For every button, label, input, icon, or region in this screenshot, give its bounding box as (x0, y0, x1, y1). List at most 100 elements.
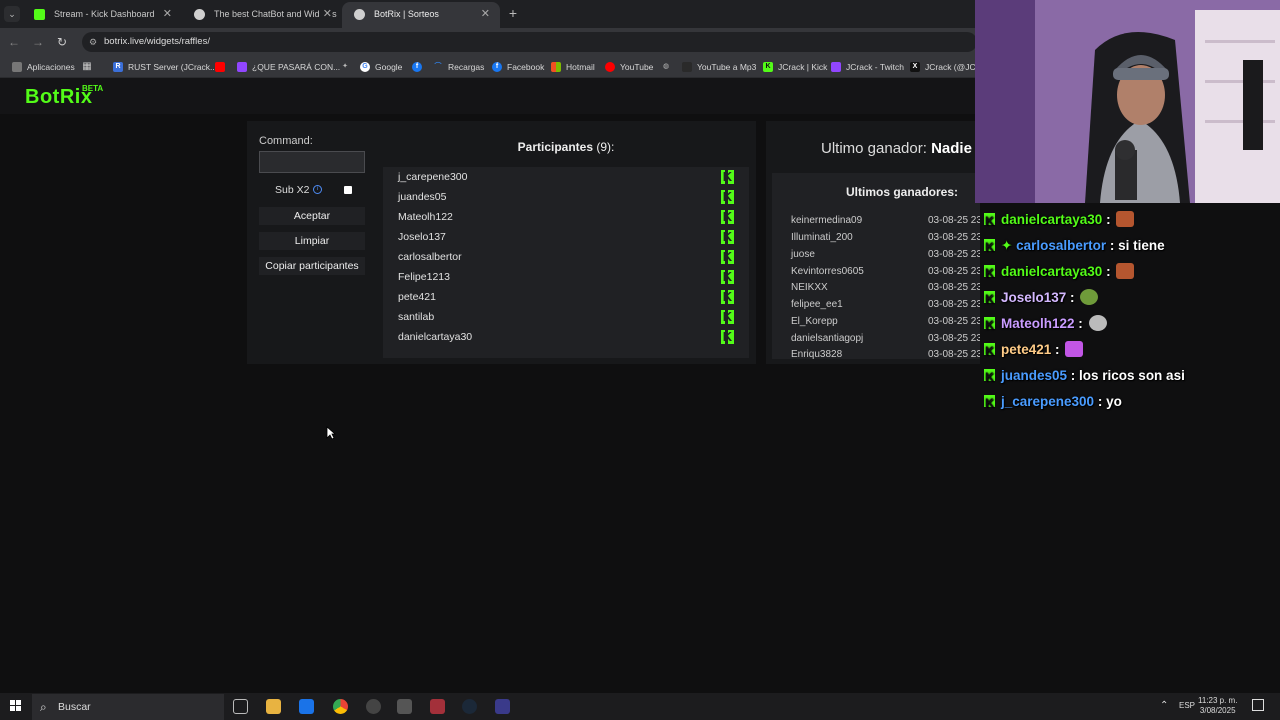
file-explorer-icon[interactable] (266, 699, 281, 714)
bookmark-youtube-mp3[interactable]: YouTube a Mp3 (682, 56, 756, 78)
bookmark-globe[interactable]: ◍ (661, 56, 676, 78)
winner-row: keinermedina09 03-08-25 23: (791, 213, 980, 229)
mouse-cursor-icon (326, 426, 336, 440)
tab-botrix-sorteos[interactable]: BotRix | Sorteos ✕ (342, 2, 500, 28)
bookmark-label: Aplicaciones (27, 62, 75, 72)
participant-row: carlosalbertor (398, 247, 734, 267)
emote-icon (1116, 263, 1135, 279)
winner-date: 03-08-25 23:15 (928, 316, 980, 327)
chat-username: Mateolh122 (1001, 316, 1075, 331)
site-info-icon[interactable]: ⚙ (89, 32, 97, 52)
chat-text: si tiene (1118, 238, 1165, 253)
close-tab-icon[interactable]: ✕ (163, 2, 172, 26)
kick-badge-icon (984, 236, 995, 258)
bookmark-grid[interactable]: ▦ (82, 56, 104, 78)
copy-participants-button[interactable]: Copiar participantes (259, 257, 365, 275)
bookmark-recargas[interactable]: ⌒ Recargas (433, 56, 485, 78)
chat-text: los ricos son asi (1079, 368, 1185, 383)
kick-icon: K (763, 62, 773, 72)
bookmark-hotmail[interactable]: Hotmail (551, 56, 595, 78)
bookmark-que-pasara[interactable]: ¿QUE PASARÁ CON... (237, 56, 340, 78)
winner-name: Enriqu3828 (791, 349, 843, 359)
steam-icon[interactable] (462, 699, 477, 714)
notifications-icon[interactable] (1252, 699, 1264, 711)
bookmark-rust-server[interactable]: R RUST Server (JCrack... (113, 56, 217, 78)
chat-username: danielcartaya30 (1001, 212, 1103, 227)
tab-kick-dashboard[interactable]: Stream - Kick Dashboard ✕ (22, 2, 182, 28)
forward-arrow-icon[interactable]: → (30, 34, 46, 50)
task-view-icon[interactable] (233, 699, 248, 714)
search-icon: ⌕ (40, 700, 47, 714)
obs-icon[interactable] (366, 699, 381, 714)
tab-search-button[interactable]: ⌄ (4, 6, 20, 22)
new-tab-button[interactable]: + (505, 4, 521, 22)
bookmark-facebook-short[interactable]: f (412, 56, 427, 78)
outlook-icon[interactable] (299, 699, 314, 714)
kick-icon (721, 169, 734, 185)
tray-chevron-icon[interactable]: ⌃ (1160, 700, 1168, 711)
chat-message: j_carepene300 : yo (984, 391, 1122, 414)
reload-icon[interactable]: ↻ (54, 34, 70, 50)
kick-badge-icon (984, 288, 995, 310)
accept-button[interactable]: Aceptar (259, 207, 365, 225)
chrome-icon[interactable] (333, 699, 348, 714)
bookmark-jcrack-kick[interactable]: K JCrack | Kick (763, 56, 827, 78)
sub-x2-checkbox[interactable] (344, 186, 352, 194)
participant-name: danielcartaya30 (398, 331, 473, 343)
taskbar-search[interactable]: ⌕ Buscar (32, 694, 224, 720)
bookmark-label: ¿QUE PASARÁ CON... (252, 62, 341, 72)
chat-username: pete421 (1001, 342, 1052, 357)
winner-name: keinermedina09 (791, 215, 863, 226)
search-placeholder: Buscar (58, 701, 91, 713)
chat-message: danielcartaya30 : (984, 209, 1135, 232)
bookmark-youtube[interactable]: YouTube (605, 56, 653, 78)
language-indicator[interactable]: ESP (1179, 701, 1195, 710)
info-icon[interactable]: i (313, 185, 322, 194)
chat-username: juandes05 (1001, 368, 1068, 383)
botrix-favicon-icon (194, 9, 205, 20)
winner-row: El_Korepp 03-08-25 23:15 (791, 314, 980, 330)
kick-badge-icon (984, 366, 995, 388)
bookmark-facebook[interactable]: f Facebook (492, 56, 544, 78)
clear-button[interactable]: Limpiar (259, 232, 365, 250)
winner-row: NEIKXX 03-08-25 23:17 (791, 280, 980, 296)
command-label: Command: (259, 135, 313, 147)
botrix-favicon-icon (354, 9, 365, 20)
x-icon: X (910, 62, 920, 72)
bookmark-jcrack-x[interactable]: X JCrack (@JCra (910, 56, 983, 78)
command-input[interactable] (259, 151, 365, 173)
bookmark-star[interactable]: ✦ (340, 56, 355, 78)
emote-icon (1065, 341, 1084, 357)
app-icon[interactable] (397, 699, 412, 714)
participants-list: j_carepene300 juandes05 Mateolh122 Josel… (383, 167, 749, 358)
kick-badge-icon (984, 340, 995, 362)
address-bar[interactable]: ⚙ botrix.live/widgets/raffles/ (82, 32, 977, 52)
winner-date: 03-08-25 23:20 (928, 232, 980, 243)
close-tab-icon[interactable]: ✕ (481, 2, 490, 26)
app-purple-icon[interactable] (495, 699, 510, 714)
emote-icon (1116, 211, 1135, 227)
tab-title: BotRix | Sorteos (374, 9, 439, 19)
winners-title: Ultimos ganadores: (846, 185, 959, 199)
close-tab-icon[interactable]: ✕ (318, 2, 332, 26)
winner-row: felipee_ee1 03-08-25 23:15 (791, 297, 980, 313)
back-arrow-icon[interactable]: ← (6, 34, 22, 50)
app-red-icon[interactable] (430, 699, 445, 714)
bookmark-google[interactable]: G Google (360, 56, 402, 78)
tab-botrix-chatbot[interactable]: The best ChatBot and Widgets ✕ (182, 2, 342, 28)
clock[interactable]: 11:23 p. m. 3/08/2025 (1198, 696, 1237, 716)
bookmark-apps[interactable]: Aplicaciones (12, 56, 75, 78)
webcam-overlay (975, 0, 1280, 203)
bookmark-youtube-red[interactable] (215, 56, 230, 78)
participant-row: Joselo137 (398, 227, 734, 247)
kick-badge-icon (984, 210, 995, 232)
participant-row: danielcartaya30 (398, 327, 734, 347)
winner-name: danielsantiagopj (791, 333, 864, 344)
beta-badge: BETA (82, 84, 104, 93)
bookmark-label: YouTube a Mp3 (697, 62, 757, 72)
bookmark-jcrack-twitch[interactable]: JCrack - Twitch (831, 56, 904, 78)
facebook-icon: f (412, 62, 422, 72)
windows-start-icon[interactable] (10, 700, 22, 712)
participant-row: pete421 (398, 287, 734, 307)
sparkle-badge-icon: ✦ (1001, 238, 1017, 253)
